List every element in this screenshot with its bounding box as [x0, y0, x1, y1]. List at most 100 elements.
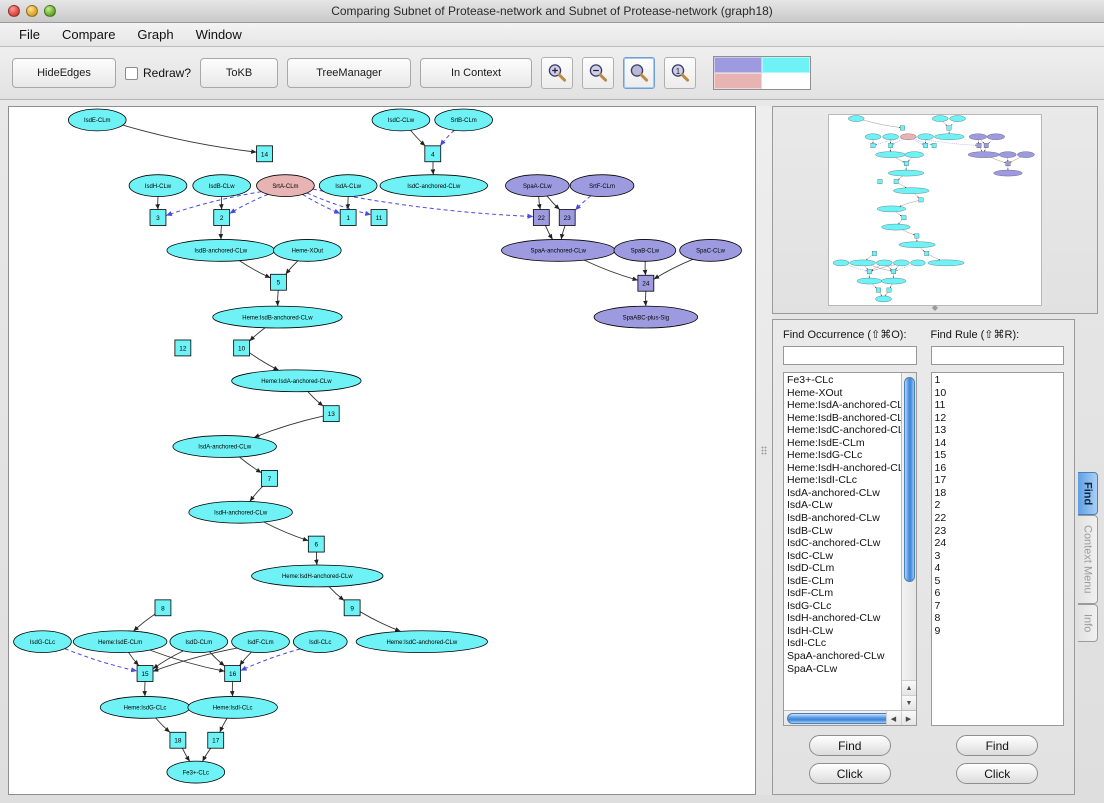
redraw-checkbox[interactable] — [125, 66, 138, 80]
rule-list-item[interactable]: 1 — [935, 374, 1064, 387]
occurrence-list-item[interactable]: IsdA-anchored-CLw — [787, 487, 916, 500]
occurrence-list-item[interactable]: Heme:IsdB-anchored-CLw — [787, 412, 916, 425]
graph-rule-box[interactable] — [923, 143, 928, 148]
occurrence-list-item[interactable]: Heme:IsdC-anchored-CLw — [787, 424, 916, 437]
rule-list-item[interactable]: 11 — [935, 399, 1064, 412]
graph-node[interactable] — [898, 241, 936, 248]
tokb-button[interactable]: ToKB — [200, 58, 279, 88]
graph-node[interactable]: Fe3+-CLc — [166, 760, 226, 784]
graph-rule-box[interactable]: 3 — [149, 209, 167, 226]
graph-node[interactable] — [848, 115, 865, 122]
rule-list-item[interactable]: 8 — [935, 612, 1064, 625]
graph-rule-box[interactable] — [976, 143, 982, 148]
graph-rule-box[interactable]: 5 — [270, 273, 287, 291]
graph-rule-box[interactable]: 22 — [532, 209, 550, 226]
graph-rule-box[interactable]: 16 — [224, 665, 242, 682]
occurrence-list-item[interactable]: Fe3+-CLc — [787, 374, 916, 387]
rule-list-item[interactable]: 14 — [935, 437, 1064, 450]
graph-node[interactable]: IsdH-CLw — [128, 174, 188, 198]
graph-node[interactable] — [875, 295, 892, 303]
occurrence-list-item[interactable]: IsdF-CLm — [787, 587, 916, 600]
graph-node[interactable]: SrtB-CLm — [434, 108, 493, 132]
graph-node[interactable] — [900, 133, 917, 140]
graph-node[interactable]: Heme-XOut — [273, 239, 342, 262]
occurrence-scroll-down-icon[interactable]: ▼ — [901, 695, 916, 710]
graph-node[interactable] — [932, 115, 949, 122]
graph-node[interactable] — [949, 115, 966, 122]
rule-list-item[interactable]: 16 — [935, 462, 1064, 475]
graph-node[interactable] — [882, 133, 899, 140]
graph-rule-box[interactable]: 14 — [256, 145, 273, 163]
menu-file[interactable]: File — [8, 25, 51, 44]
graph-rule-box[interactable] — [1005, 161, 1011, 167]
graph-rule-box[interactable]: 7 — [261, 470, 278, 487]
graph-rule-box[interactable] — [872, 251, 877, 256]
graph-node[interactable]: IsdE-CLm — [67, 108, 127, 132]
occurrence-list-scroll[interactable]: Fe3+-CLc Heme-XOut Heme:IsdA-anchored-CLw H… — [784, 373, 916, 710]
tab-context-menu[interactable]: Context Menu — [1078, 515, 1098, 604]
graph-rule-box[interactable]: 17 — [207, 731, 225, 749]
occurrence-list-item[interactable]: IsdI-CLc — [787, 637, 916, 650]
graph-node[interactable]: Heme:IsdH-anchored-CLw — [251, 564, 384, 588]
graph-rule-box[interactable]: 10 — [233, 339, 250, 357]
graph-rule-box[interactable] — [888, 143, 893, 148]
rule-list-item[interactable]: 22 — [935, 512, 1064, 525]
graph-node[interactable]: Heme:IsdG-CLc — [99, 696, 191, 719]
graph-node[interactable]: SrtA-CLm — [256, 174, 315, 198]
occurrence-list-item[interactable]: IsdC-CLw — [787, 550, 916, 563]
zoom-out-button[interactable] — [582, 57, 615, 89]
graph-rule-box[interactable]: 11 — [370, 209, 388, 226]
occurrence-list-item[interactable]: IsdC-anchored-CLw — [787, 537, 916, 550]
graph-canvas[interactable]: IsdE-CLm IsdC-CLw SrtB-CLm IsdH-CLw IsdB-CLw… — [8, 106, 756, 795]
occurrence-list-item[interactable]: IsdH-anchored-CLw — [787, 612, 916, 625]
graph-node[interactable] — [864, 133, 882, 140]
graph-rule-box[interactable]: 2 — [213, 209, 231, 226]
rule-list-item[interactable]: 15 — [935, 449, 1064, 462]
graph-node[interactable]: IsdF-CLm — [231, 630, 290, 654]
graph-rule-box[interactable] — [891, 269, 897, 274]
zoom-fit-button[interactable] — [623, 57, 656, 89]
graph-node[interactable]: IsdB-CLw — [192, 174, 251, 198]
graph-rule-box[interactable] — [876, 287, 881, 293]
occurrence-list-item[interactable]: IsdA-CLw — [787, 499, 916, 512]
overview-resize-grip-icon[interactable]: ◆ — [932, 303, 938, 312]
graph-node[interactable]: IsdH-anchored-CLw — [188, 500, 293, 524]
graph-rule-box[interactable] — [867, 269, 872, 274]
graph-rule-box[interactable]: 1 — [339, 209, 357, 226]
rule-click-button[interactable]: Click — [956, 763, 1039, 784]
hide-edges-button[interactable]: HideEdges — [12, 58, 116, 88]
graph-node[interactable]: SpaC-CLw — [679, 239, 742, 262]
occurrence-list-item[interactable]: Heme:IsdE-CLm — [787, 437, 916, 450]
graph-node[interactable]: IsdC-anchored-CLw — [379, 174, 488, 198]
graph-node[interactable]: IsdA-CLw — [318, 174, 378, 198]
occurrence-find-button[interactable]: Find — [808, 735, 891, 756]
rule-list-item[interactable]: 9 — [935, 625, 1064, 638]
graph-rule-box[interactable] — [886, 287, 892, 293]
rule-list-item[interactable]: 23 — [935, 525, 1064, 538]
graph-node[interactable] — [856, 277, 882, 285]
graph-node[interactable] — [986, 133, 1005, 140]
occurrence-list-item[interactable]: IsdB-anchored-CLw — [787, 512, 916, 525]
rule-list-item[interactable]: 12 — [935, 412, 1064, 425]
graph-node[interactable] — [967, 151, 1000, 158]
graph-node[interactable]: SpaB-CLw — [613, 239, 677, 262]
rule-list-item[interactable]: 6 — [935, 587, 1064, 600]
occurrence-list-item[interactable]: Heme:IsdA-anchored-CLw — [787, 399, 916, 412]
graph-rule-box[interactable]: 9 — [343, 599, 361, 617]
graph-rule-box[interactable] — [924, 251, 930, 256]
graph-node[interactable] — [993, 169, 1023, 177]
occurrence-list-item[interactable]: Heme-XOut — [787, 387, 916, 400]
graph-rule-box[interactable]: 24 — [637, 274, 655, 292]
graph-rule-box[interactable]: 6 — [307, 535, 325, 553]
menu-graph[interactable]: Graph — [126, 25, 184, 44]
rule-find-button[interactable]: Find — [956, 735, 1039, 756]
zoom-actual-size-button[interactable]: 1 — [664, 57, 697, 89]
rule-list-item[interactable]: 10 — [935, 387, 1064, 400]
zoom-in-button[interactable] — [541, 57, 574, 89]
occurrence-list-vscrollbar[interactable]: ▲ ▼ — [900, 373, 916, 710]
graph-node[interactable]: IsdB-anchored-CLw — [166, 239, 275, 262]
occurrence-hscroll-thumb[interactable] — [787, 713, 895, 724]
tree-manager-button[interactable]: TreeManager — [287, 58, 412, 88]
graph-node[interactable]: IsdC-CLw — [371, 108, 431, 132]
graph-node[interactable] — [833, 259, 850, 267]
